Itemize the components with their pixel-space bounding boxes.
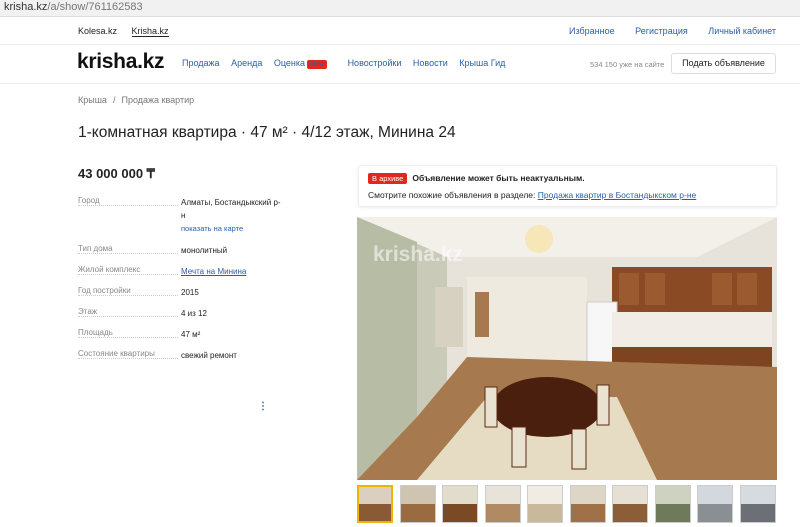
- param-label: Тип дома: [78, 244, 115, 253]
- kolesa-link[interactable]: Kolesa.kz: [78, 26, 117, 36]
- archive-tag: В архиве: [368, 173, 408, 184]
- watermark: krisha.kz: [373, 243, 463, 266]
- url-host: krisha.kz: [4, 1, 48, 13]
- param-value: свежий ремонт: [181, 351, 237, 360]
- archive-message: Объявление может быть неактуальным.: [412, 173, 585, 183]
- thumbnail[interactable]: [527, 485, 563, 523]
- top-bar: Kolesa.kz Krisha.kz Избранное Регистраци…: [0, 17, 800, 45]
- similar-link[interactable]: Продажа квартир в Бостандыкском р-не: [538, 190, 697, 200]
- main-photo[interactable]: krisha.kz: [357, 217, 777, 480]
- url-path: /a/show/761162583: [47, 1, 143, 13]
- similar-text: Смотрите похожие объявления в разделе:: [368, 190, 536, 200]
- breadcrumb: Крыша / Продажа квартир: [78, 95, 194, 105]
- breadcrumb-root[interactable]: Крыша: [78, 95, 107, 105]
- thumbnail[interactable]: [485, 485, 521, 523]
- param-row-complex: Жилой комплекс Мечта на Минина: [78, 265, 278, 286]
- archive-notice: В архиве Объявление может быть неактуальн…: [358, 165, 777, 207]
- post-ad-button[interactable]: Подать объявление: [671, 53, 776, 74]
- address-bar[interactable]: krisha.kz/a/show/761162583: [0, 0, 800, 17]
- complex-link[interactable]: Мечта на Минина: [181, 267, 246, 276]
- nav-valuation-label: Оценка: [273, 58, 306, 68]
- param-label: Этаж: [78, 307, 100, 316]
- breadcrumb-separator: /: [112, 95, 116, 105]
- online-counter: 534 150 уже на сайте: [590, 60, 665, 69]
- nav-news[interactable]: Новости: [413, 58, 448, 68]
- krisha-link[interactable]: Krisha.kz: [131, 26, 169, 37]
- param-label: Год постройки: [78, 286, 133, 295]
- param-row-condition: Состояние квартиры свежий ремонт: [78, 349, 278, 370]
- thumbnail[interactable]: [400, 485, 436, 523]
- nav-new-buildings[interactable]: Новостройки: [348, 58, 402, 68]
- param-label: Площадь: [78, 328, 115, 337]
- thumbnail[interactable]: [442, 485, 478, 523]
- param-row-area: Площадь 47 м²: [78, 328, 278, 349]
- price: 43 000 000 ₸: [78, 166, 155, 181]
- thumbnail[interactable]: [697, 485, 733, 523]
- breadcrumb-current[interactable]: Продажа квартир: [121, 95, 194, 105]
- thumbnail[interactable]: [612, 485, 648, 523]
- site-logo[interactable]: krisha.kz: [77, 50, 164, 74]
- param-row-year: Год постройки 2015: [78, 286, 278, 307]
- thumbnail-strip: [357, 485, 777, 525]
- main-nav: krisha.kz Продажа Аренда Оценка New Новос…: [0, 46, 800, 84]
- nav-rent[interactable]: Аренда: [231, 58, 262, 68]
- param-value: монолитный: [181, 246, 228, 255]
- new-badge: New: [307, 60, 328, 69]
- nav-guide[interactable]: Крыша Гид: [459, 58, 505, 68]
- favorites-link[interactable]: Избранное: [569, 26, 615, 36]
- param-label: Жилой комплекс: [78, 265, 143, 274]
- param-row-floor: Этаж 4 из 12: [78, 307, 278, 328]
- param-value: 47 м²: [181, 330, 201, 339]
- params-list: Город Алматы, Бостандыкский р-н показать …: [78, 196, 281, 370]
- nav-valuation[interactable]: Оценка New: [273, 58, 336, 69]
- thumbnail[interactable]: [655, 485, 691, 523]
- show-on-map-link[interactable]: показать на карте: [181, 222, 281, 235]
- param-value: 2015: [181, 288, 199, 297]
- account-link[interactable]: Личный кабинет: [708, 26, 776, 36]
- thumbnail[interactable]: [740, 485, 776, 523]
- nav-sale[interactable]: Продажа: [182, 58, 220, 68]
- thumbnail[interactable]: [357, 485, 393, 523]
- thumbnail[interactable]: [570, 485, 606, 523]
- param-label: Состояние квартиры: [78, 349, 157, 358]
- register-link[interactable]: Регистрация: [635, 26, 688, 36]
- param-value: Алматы, Бостандыкский р-н: [181, 198, 281, 220]
- param-row-city: Город Алматы, Бостандыкский р-н показать …: [78, 196, 281, 244]
- param-row-house-type: Тип дома монолитный: [78, 244, 278, 265]
- param-label: Город: [78, 196, 102, 205]
- param-value: 4 из 12: [181, 309, 207, 318]
- page-title: 1-комнатная квартира · 47 м² · 4/12 этаж…: [78, 124, 456, 141]
- more-vertical-icon[interactable]: ⋮: [258, 401, 268, 412]
